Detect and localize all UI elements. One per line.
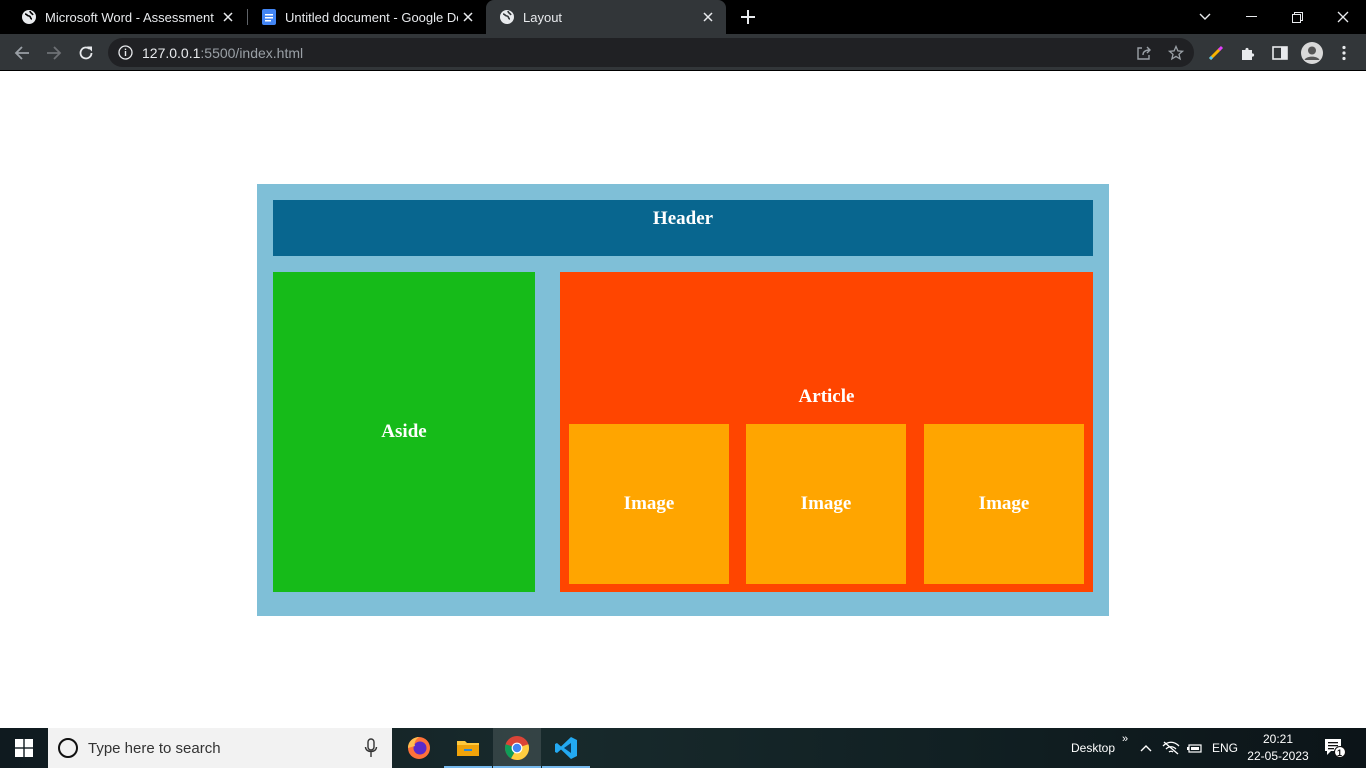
close-icon[interactable]	[698, 7, 718, 27]
tab-search-icon[interactable]	[1182, 0, 1228, 34]
globe-icon	[499, 9, 515, 25]
header-label: Header	[652, 208, 714, 229]
image-box: Image	[924, 424, 1084, 584]
tab-title: Untitled document - Google Doc	[285, 9, 458, 25]
image-label: Image	[623, 493, 675, 514]
puzzle-icon[interactable]	[1236, 41, 1260, 65]
cortana-icon	[58, 738, 78, 758]
google-docs-icon	[261, 9, 277, 25]
image-label: Image	[800, 493, 852, 514]
windows-start-icon[interactable]	[0, 728, 48, 768]
taskbar: Type here to search Desktop » ENG 20:21 …	[0, 728, 1366, 768]
file-explorer-icon[interactable]	[444, 728, 492, 768]
close-icon[interactable]	[218, 7, 238, 27]
page-viewport: Header Aside Article Image Image Image	[0, 71, 1366, 728]
pen-extension-icon[interactable]	[1204, 41, 1228, 65]
clock-time: 20:21	[1262, 732, 1294, 746]
back-arrow-icon[interactable]	[10, 41, 34, 65]
chevron-icon: »	[1122, 733, 1129, 745]
image-box: Image	[746, 424, 906, 584]
image-label: Image	[978, 493, 1030, 514]
address-bar[interactable]: 127.0.0.1:5500/index.html	[108, 38, 1194, 67]
network-off-icon[interactable]	[1162, 728, 1180, 768]
article-box: Article Image Image Image	[560, 272, 1093, 592]
star-icon[interactable]	[1166, 43, 1186, 63]
browser-toolbar: 127.0.0.1:5500/index.html	[0, 34, 1366, 71]
new-tab-button[interactable]	[737, 6, 759, 28]
profile-avatar[interactable]	[1300, 41, 1324, 65]
site-info-icon[interactable]	[118, 45, 133, 60]
close-icon[interactable]	[458, 7, 478, 27]
battery-icon[interactable]	[1187, 728, 1203, 768]
header-box: Header	[273, 200, 1093, 256]
aside-box: Aside	[273, 272, 535, 592]
vscode-icon[interactable]	[542, 728, 590, 768]
tab-title: Microsoft Word - Assessment Do	[45, 9, 218, 25]
tab-layout[interactable]: Layout	[486, 0, 726, 34]
side-panel-icon[interactable]	[1268, 41, 1292, 65]
clock-date: 22-05-2023	[1247, 749, 1309, 763]
layout-container: Header Aside Article Image Image Image	[257, 184, 1109, 616]
minimize-button[interactable]	[1228, 0, 1274, 34]
forward-arrow-icon[interactable]	[42, 41, 66, 65]
share-icon[interactable]	[1134, 43, 1154, 63]
close-window-button[interactable]	[1320, 0, 1366, 34]
restore-button[interactable]	[1274, 0, 1320, 34]
url-host: 127.0.0.1	[142, 45, 201, 61]
tab-title: Layout	[523, 9, 563, 25]
tab-strip: Microsoft Word - Assessment Do Untitled …	[0, 0, 1366, 34]
url-path: :5500/index.html	[200, 45, 304, 61]
search-placeholder: Type here to search	[88, 740, 221, 757]
microphone-icon[interactable]	[364, 738, 378, 758]
aside-label: Aside	[381, 421, 427, 442]
taskbar-search-box[interactable]: Type here to search	[48, 728, 392, 768]
language-indicator[interactable]: ENG	[1212, 728, 1238, 768]
url-text: 127.0.0.1:5500/index.html	[142, 45, 303, 61]
tab-google-docs[interactable]: Untitled document - Google Doc	[248, 0, 486, 34]
show-hidden-icons-icon[interactable]	[1140, 728, 1152, 768]
firefox-icon[interactable]	[395, 728, 443, 768]
image-box: Image	[569, 424, 729, 584]
tab-microsoft-word[interactable]: Microsoft Word - Assessment Do	[8, 0, 246, 34]
desktop-label: Desktop	[1071, 741, 1116, 755]
notification-icon[interactable]: 1	[1324, 728, 1346, 768]
notification-count: 1	[1337, 748, 1343, 758]
globe-icon	[21, 9, 37, 25]
article-label: Article	[798, 386, 855, 407]
menu-icon[interactable]	[1332, 41, 1356, 65]
reload-icon[interactable]	[74, 41, 98, 65]
chrome-icon[interactable]	[493, 728, 541, 768]
system-clock[interactable]: 20:21 22-05-2023	[1246, 731, 1310, 765]
desktop-toolbar[interactable]: Desktop »	[1071, 728, 1128, 768]
language-label: ENG	[1212, 741, 1239, 755]
